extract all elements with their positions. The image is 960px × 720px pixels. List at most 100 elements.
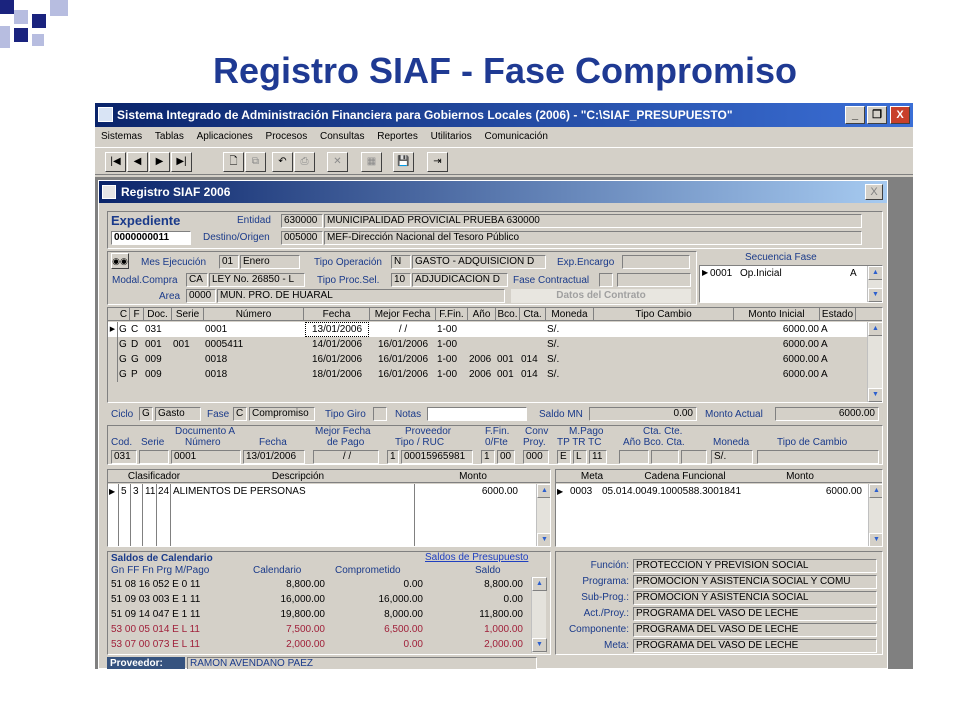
prev-record-button[interactable]: ◀ — [127, 152, 148, 172]
exit-button[interactable]: ⇥ — [427, 152, 448, 172]
saldos-presupuesto-link[interactable]: Saldos de Presupuesto — [425, 552, 528, 564]
save-button[interactable]: 💾 — [393, 152, 414, 172]
scroll-down-icon[interactable]: ▼ — [868, 288, 882, 302]
tipo-cambio-field[interactable] — [757, 450, 879, 464]
list-item[interactable]: 51 08 16 052 E 0 11 8,800.00 0.00 8,800.00 — [109, 577, 529, 592]
tc-field[interactable]: 11 — [589, 450, 607, 464]
cta-bco-field[interactable] — [651, 450, 679, 464]
column-header[interactable]: Estado — [820, 308, 856, 321]
list-item[interactable]: 51 09 03 003 E 1 11 16,000.00 16,000.00 0.0… — [109, 592, 529, 607]
scroll-down-icon[interactable]: ▼ — [537, 533, 550, 546]
table-row[interactable]: ▶ G C 031 0001 13/01/2006 / / 1-00 S/. 6000.00 A — [108, 322, 867, 337]
ffin-a-field[interactable]: 1 — [481, 450, 495, 464]
fecha-field[interactable]: 13/01/2006 — [243, 450, 305, 464]
scroll-up-icon[interactable]: ▲ — [532, 577, 547, 591]
ciclo-name-field[interactable]: Gasto — [155, 407, 201, 421]
table-row[interactable]: G P 009 0018 18/01/2006 16/01/2006 1-00 2006 001… — [108, 367, 867, 382]
column-header[interactable]: Tipo Cambio — [594, 308, 734, 321]
mes-code-field[interactable]: 01 — [219, 255, 239, 269]
row-selector[interactable] — [108, 337, 118, 352]
row-selector-icon[interactable]: ▶ — [108, 322, 118, 337]
print-button[interactable]: ⎙ — [294, 152, 315, 172]
conv-field[interactable]: 000 — [523, 450, 549, 464]
cod-field[interactable]: 031 — [111, 450, 137, 464]
prov-tipo-field[interactable]: 1 — [387, 450, 399, 464]
binoculars-icon[interactable]: ◉◉ — [111, 253, 129, 269]
column-header[interactable]: Número — [204, 308, 304, 321]
expediente-field[interactable]: 0000000011 — [111, 231, 191, 245]
list-item[interactable]: 53 07 00 073 E L 11 2,000.00 0.00 2,000.00 — [109, 637, 529, 652]
funcional-value[interactable]: PROGRAMA DEL VASO DE LECHE — [633, 623, 877, 637]
fase-contractual-field[interactable] — [599, 273, 613, 287]
cta-cta-field[interactable] — [681, 450, 707, 464]
destino-name-field[interactable]: MEF-Dirección Nacional del Tesoro Públic… — [324, 231, 862, 245]
scroll-down-icon[interactable]: ▼ — [869, 533, 882, 546]
first-record-button[interactable]: |◀ — [105, 152, 126, 172]
funcional-value[interactable]: PROTECCION Y PREVISION SOCIAL — [633, 559, 877, 573]
window-title-bar[interactable]: Sistema Integrado de Administración Fina… — [95, 103, 913, 127]
funcional-value[interactable]: PROMOCION Y ASISTENCIA SOCIAL Y COMU — [633, 575, 877, 589]
funcional-value[interactable]: PROMOCION Y ASISTENCIA SOCIAL — [633, 591, 877, 605]
scroll-up-icon[interactable]: ▲ — [869, 484, 882, 498]
menu-comunicacion[interactable]: Comunicación — [485, 131, 548, 142]
minimize-button[interactable]: _ — [845, 106, 865, 124]
column-header[interactable]: Cta. — [520, 308, 546, 321]
column-header[interactable]: Moneda — [546, 308, 594, 321]
area-code-field[interactable]: 0000 — [186, 289, 216, 303]
child-title-bar[interactable]: Registro SIAF 2006 — [99, 181, 887, 203]
modal-name-field[interactable]: LEY No. 26850 - L — [209, 273, 305, 287]
table-row[interactable]: G D 001 001 0005411 14/01/2006 16/01/2006 1-00 S… — [108, 337, 867, 352]
delete-button[interactable]: ✕ — [327, 152, 348, 172]
menu-consultas[interactable]: Consultas — [320, 131, 364, 142]
entidad-name-field[interactable]: MUNICIPALIDAD PROVICIAL PRUEBA 630000 — [324, 214, 862, 228]
clasificador-scrollbar[interactable]: ▲ ▼ — [536, 484, 550, 546]
entidad-code-field[interactable]: 630000 — [281, 214, 323, 228]
serie-field[interactable] — [139, 450, 169, 464]
ffin-b-field[interactable]: 00 — [497, 450, 515, 464]
monto-actual-field[interactable]: 6000.00 — [775, 407, 879, 421]
saldo-mn-field[interactable]: 0.00 — [589, 407, 697, 421]
new-button[interactable]: 🗋 — [223, 152, 244, 172]
scroll-up-icon[interactable]: ▲ — [537, 484, 550, 498]
column-header[interactable]: Fecha — [304, 308, 370, 321]
notas-field[interactable] — [427, 407, 527, 421]
tp-field[interactable]: E — [557, 450, 571, 464]
area-name-field[interactable]: MUN. PRO. DE HUARAL — [217, 289, 505, 303]
ruc-field[interactable]: 00015965981 — [401, 450, 473, 464]
list-item[interactable]: 51 09 14 047 E 1 11 19,800.00 8,000.00 11,8… — [109, 607, 529, 622]
moneda-field[interactable]: S/. — [711, 450, 753, 464]
table-row[interactable]: ▶ 5 3 11 24 ALIMENTOS DE PERSONAS 6000.0… — [108, 484, 550, 499]
list-item[interactable]: 53 00 05 014 E L 11 7,500.00 6,500.00 1,000… — [109, 622, 529, 637]
stamp-button[interactable]: ▦ — [361, 152, 382, 172]
menu-aplicaciones[interactable]: Aplicaciones — [197, 131, 253, 142]
exp-encargo-field[interactable] — [622, 255, 690, 269]
destino-code-field[interactable]: 005000 — [281, 231, 323, 245]
row-selector[interactable] — [108, 352, 118, 367]
funcional-value[interactable]: PROGRAMA DEL VASO DE LECHE — [633, 639, 877, 653]
tr-field[interactable]: L — [573, 450, 587, 464]
cta-anio-field[interactable] — [619, 450, 649, 464]
fase-code-field[interactable]: C — [233, 407, 247, 421]
column-header[interactable]: Doc. — [144, 308, 172, 321]
undo-button[interactable]: ↶ — [272, 152, 293, 172]
tipo-op-code-field[interactable]: N — [391, 255, 411, 269]
column-header[interactable]: F — [130, 308, 144, 321]
column-header[interactable]: C — [118, 308, 130, 321]
next-record-button[interactable]: ▶ — [149, 152, 170, 172]
child-close-button[interactable]: X — [865, 184, 883, 200]
tipo-proc-name-field[interactable]: ADJUDICACION D — [412, 273, 508, 287]
fase-contractual-name-field[interactable] — [617, 273, 691, 287]
fase-name-field[interactable]: Compromiso — [249, 407, 315, 421]
datos-contrato-button[interactable]: Datos del Contrato — [511, 289, 691, 303]
table-row[interactable]: G G 009 0018 16/01/2006 16/01/2006 1-00 2006 001… — [108, 352, 867, 367]
scroll-up-icon[interactable]: ▲ — [868, 322, 882, 336]
row-selector[interactable] — [108, 367, 118, 382]
column-header[interactable]: Serie — [172, 308, 204, 321]
secuencia-scrollbar[interactable]: ▲ ▼ — [867, 266, 882, 302]
tipo-op-name-field[interactable]: GASTO - ADQUISICION D — [412, 255, 546, 269]
close-button[interactable]: X — [890, 106, 910, 124]
mes-name-field[interactable]: Enero — [240, 255, 300, 269]
funcional-value[interactable]: PROGRAMA DEL VASO DE LECHE — [633, 607, 877, 621]
scroll-down-icon[interactable]: ▼ — [868, 388, 882, 402]
table-row[interactable]: ▶ 0003 05.014.0049.1000588.3001841 6000.… — [556, 484, 882, 499]
